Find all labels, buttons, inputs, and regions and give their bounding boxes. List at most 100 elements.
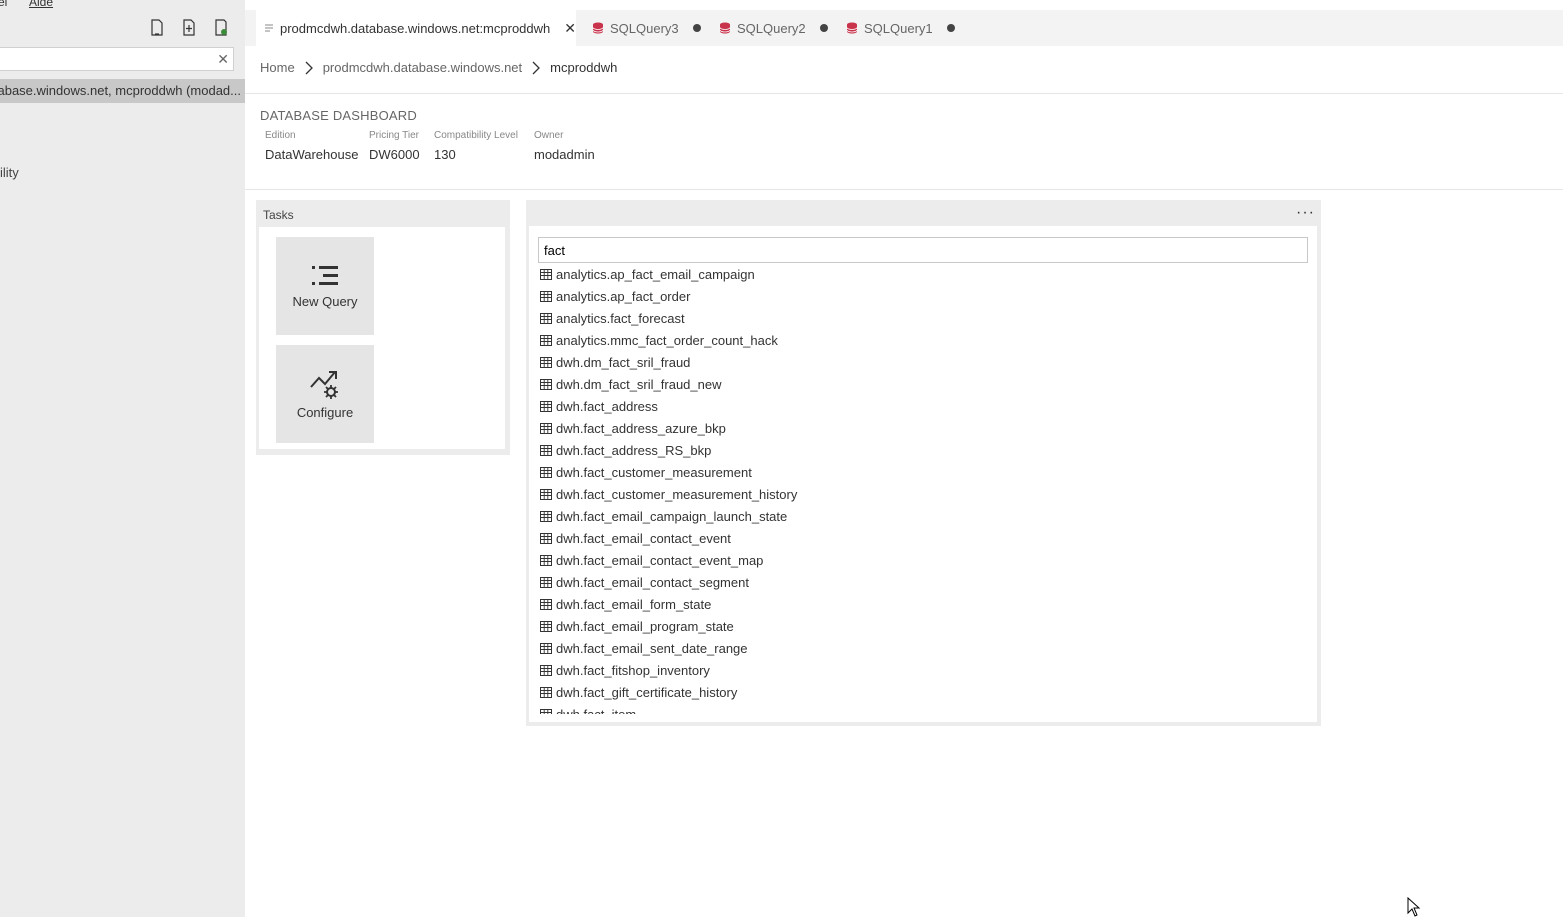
table-name: dwh.fact_email_contact_event_map (556, 552, 764, 568)
table-name: analytics.ap_fact_order (556, 288, 691, 304)
property-edition: Edition DataWarehouse (265, 130, 358, 162)
configure-label: Configure (296, 404, 354, 420)
server-group-icon (183, 19, 195, 36)
unsaved-dot-icon[interactable] (819, 24, 828, 32)
new-connection-button[interactable] (147, 18, 167, 38)
table-row[interactable]: dwh.fact_item (540, 703, 1300, 714)
breadcrumb-home[interactable]: Home (260, 60, 295, 75)
breadcrumb-server[interactable]: prodmcdwh.database.windows.net (323, 60, 522, 75)
table-grid-icon (540, 466, 552, 478)
table-row[interactable]: dwh.fact_address (540, 395, 1300, 417)
table-name: dwh.fact_email_contact_segment (556, 574, 749, 590)
divider (245, 93, 1563, 94)
menu-item-partial[interactable]: el (0, 0, 7, 9)
table-name: dwh.fact_email_contact_event (556, 530, 731, 546)
table-row[interactable]: dwh.fact_customer_measurement (540, 461, 1300, 483)
configure-icon (310, 370, 338, 399)
table-name: dwh.fact_address_azure_bkp (556, 420, 726, 436)
table-row[interactable]: dwh.fact_gift_certificate_history (540, 681, 1300, 703)
mouse-pointer-icon (1407, 897, 1421, 917)
table-name: analytics.ap_fact_email_campaign (556, 266, 755, 282)
table-grid-icon (540, 532, 552, 544)
sidebar-toolbar (147, 18, 231, 38)
dashboard-icon (264, 23, 274, 33)
database-icon (719, 22, 731, 34)
table-grid-icon (540, 400, 552, 412)
tasks-header: Tasks (263, 208, 294, 222)
table-name: dwh.fact_email_form_state (556, 596, 712, 612)
table-name: dwh.fact_address (556, 398, 658, 414)
table-name: dwh.fact_address_RS_bkp (556, 442, 712, 458)
explorer-body: analytics.ap_fact_email_campaign analytic… (529, 226, 1317, 722)
explorer-filter-input[interactable] (539, 238, 1307, 262)
table-grid-icon (540, 554, 552, 566)
table-grid-icon (540, 312, 552, 324)
sidebar: ✕ abase.windows.net, mcproddwh (modad...… (0, 10, 245, 917)
table-row[interactable]: dwh.fact_email_contact_segment (540, 571, 1300, 593)
table-grid-icon (540, 356, 552, 368)
server-search-field[interactable]: ✕ (0, 47, 234, 71)
table-row[interactable]: dwh.dm_fact_sril_fraud_new (540, 373, 1300, 395)
tasks-body: New Query Configure (259, 227, 505, 449)
tab-sqlquery3[interactable]: SQLQuery3 (590, 10, 701, 46)
table-row[interactable]: dwh.fact_email_campaign_launch_state (540, 505, 1300, 527)
tab-label: prodmcdwh.database.windows.net:mcproddwh (280, 20, 551, 36)
tab-dashboard[interactable]: prodmcdwh.database.windows.net:mcproddwh… (256, 10, 576, 46)
new-query-button[interactable]: New Query (276, 237, 374, 335)
table-list[interactable]: analytics.ap_fact_email_campaign analytic… (540, 263, 1300, 714)
configure-button[interactable]: Configure (276, 345, 374, 443)
tab-label: SQLQuery1 (864, 20, 933, 36)
table-row[interactable]: dwh.fact_email_sent_date_range (540, 637, 1300, 659)
table-name: dwh.fact_fitshop_inventory (556, 662, 710, 678)
connection-label: abase.windows.net, mcproddwh (modad... (0, 83, 241, 98)
table-row[interactable]: dwh.fact_address_RS_bkp (540, 439, 1300, 461)
table-grid-icon (540, 422, 552, 434)
explorer-widget: ··· analytics.ap_fact_email_campaignanal… (526, 200, 1321, 726)
table-name: dwh.fact_customer_measurement (556, 464, 752, 480)
table-grid-icon (540, 620, 552, 632)
table-row[interactable]: dwh.fact_email_program_state (540, 615, 1300, 637)
tab-sqlquery2[interactable]: SQLQuery2 (717, 10, 828, 46)
active-connections-button[interactable] (211, 18, 231, 38)
property-value: DataWarehouse (265, 147, 359, 162)
table-grid-icon (540, 664, 552, 676)
selected-connection-item[interactable]: abase.windows.net, mcproddwh (modad... (0, 79, 245, 103)
table-row[interactable]: dwh.fact_email_contact_event (540, 527, 1300, 549)
table-grid-icon (540, 290, 552, 302)
table-row[interactable]: analytics.ap_fact_email_campaign (540, 263, 1300, 285)
add-server-group-button[interactable] (179, 18, 199, 38)
tab-sqlquery1[interactable]: SQLQuery1 (844, 10, 955, 46)
table-row[interactable]: analytics.mmc_fact_order_count_hack (540, 329, 1300, 351)
table-grid-icon (540, 576, 552, 588)
explorer-filter-field[interactable] (538, 237, 1308, 263)
table-row[interactable]: dwh.fact_address_azure_bkp (540, 417, 1300, 439)
chevron-right-icon (305, 61, 313, 75)
table-grid-icon (540, 686, 552, 698)
table-row[interactable]: dwh.fact_fitshop_inventory (540, 659, 1300, 681)
more-actions-icon[interactable]: ··· (1296, 204, 1315, 222)
table-grid-icon (540, 708, 552, 714)
server-search-input[interactable] (0, 48, 211, 70)
table-grid-icon (540, 378, 552, 390)
table-row[interactable]: analytics.fact_forecast (540, 307, 1300, 329)
clear-search-icon[interactable]: ✕ (217, 51, 229, 68)
active-connections-icon (215, 19, 227, 36)
menu-item-help[interactable]: Aide (29, 0, 53, 9)
table-row[interactable]: analytics.ap_fact_order (540, 285, 1300, 307)
property-label: Edition (265, 130, 296, 141)
table-name: dwh.fact_email_campaign_launch_state (556, 508, 788, 524)
table-grid-icon (540, 444, 552, 456)
sidebar-item-partial[interactable]: ility (0, 165, 19, 180)
property-label: Owner (534, 130, 564, 141)
breadcrumb-database: mcproddwh (550, 60, 618, 75)
property-owner: Owner modadmin (534, 130, 595, 162)
new-query-label: New Query (292, 293, 358, 309)
table-row[interactable]: dwh.fact_customer_measurement_history (540, 483, 1300, 505)
table-row[interactable]: dwh.fact_email_contact_event_map (540, 549, 1300, 571)
unsaved-dot-icon[interactable] (692, 24, 701, 32)
database-icon (592, 22, 604, 34)
table-row[interactable]: dwh.fact_email_form_state (540, 593, 1300, 615)
close-tab-icon[interactable]: ✕ (564, 20, 576, 37)
unsaved-dot-icon[interactable] (946, 24, 955, 32)
table-row[interactable]: dwh.dm_fact_sril_fraud (540, 351, 1300, 373)
